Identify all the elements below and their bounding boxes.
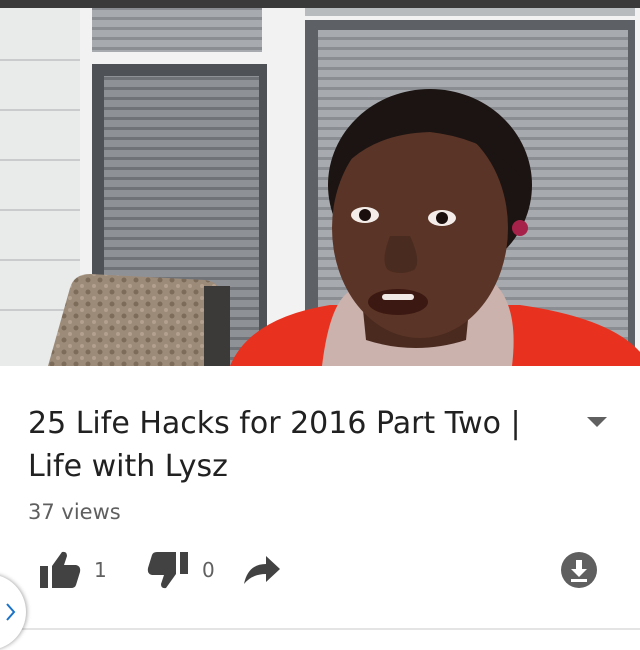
like-button[interactable]: 1: [38, 542, 107, 598]
video-info-panel: 25 Life Hacks for 2016 Part Two | Life w…: [0, 366, 640, 640]
expand-description-button[interactable]: [580, 408, 614, 438]
video-frame: [0, 0, 640, 366]
action-bar: 1 0: [0, 542, 640, 598]
share-arrow-icon: [244, 556, 280, 584]
thumbs-up-icon: [40, 551, 81, 588]
expand-chevron-icon: [587, 417, 607, 427]
like-count: 1: [94, 558, 107, 582]
share-button[interactable]: [242, 542, 282, 598]
chevron-right-icon: [6, 603, 16, 621]
download-icon: [561, 552, 597, 588]
download-button[interactable]: [560, 542, 598, 598]
divider: [0, 628, 640, 630]
dislike-button[interactable]: 0: [146, 542, 215, 598]
video-player[interactable]: [0, 0, 640, 366]
dislike-count: 0: [202, 558, 215, 582]
view-count: 37 views: [28, 500, 121, 524]
video-title: 25 Life Hacks for 2016 Part Two | Life w…: [28, 406, 521, 484]
thumbs-down-icon: [147, 552, 188, 589]
